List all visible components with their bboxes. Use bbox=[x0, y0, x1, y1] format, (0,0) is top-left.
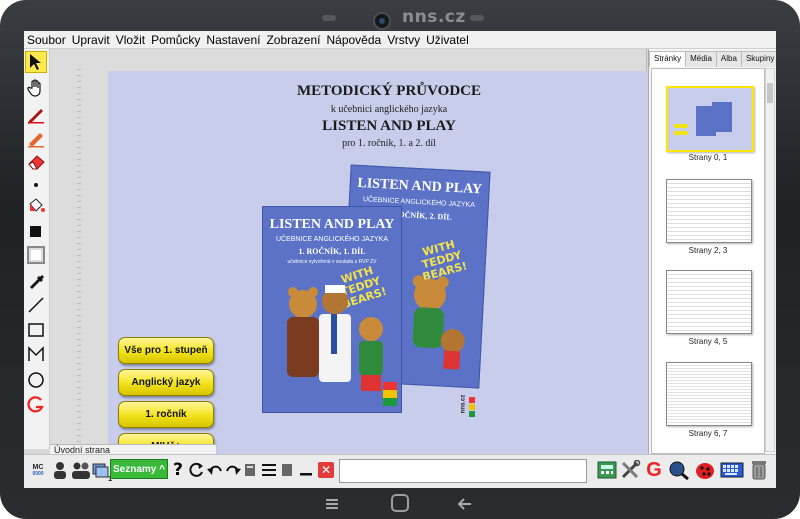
page-thumbnail-label: Strany 0, 1 bbox=[688, 153, 728, 162]
seznamy-button[interactable]: Seznamy ^ bbox=[110, 459, 168, 479]
page-thumbnail[interactable] bbox=[666, 270, 752, 334]
pen-icon[interactable] bbox=[25, 103, 47, 125]
tab-groups[interactable]: Skupiny bbox=[740, 51, 776, 67]
back-arrow-icon[interactable] bbox=[458, 498, 472, 510]
rectangle-icon[interactable] bbox=[25, 319, 47, 341]
menu-soubor[interactable]: Soubor bbox=[24, 33, 69, 47]
nns-logo-mark: nns.cz bbox=[460, 393, 478, 423]
canvas-area[interactable]: METODICKÝ PRŮVODCE k učebnici anglického… bbox=[50, 49, 670, 460]
polyline-icon[interactable] bbox=[25, 343, 47, 365]
menu-hamburger-icon[interactable] bbox=[326, 499, 338, 509]
scrollbar-thumb[interactable] bbox=[767, 83, 773, 103]
page-thumbnail[interactable] bbox=[666, 362, 752, 426]
speaker-grille-left bbox=[322, 15, 336, 21]
publisher-flag-icon bbox=[383, 382, 397, 406]
tab-media[interactable]: Média bbox=[685, 51, 717, 67]
nav-button-1st-level[interactable]: Vše pro 1. stupeň bbox=[118, 337, 214, 364]
help-icon[interactable]: ? bbox=[171, 459, 185, 481]
close-glyph: ✕ bbox=[318, 462, 334, 478]
nav-button-grade-1[interactable]: 1. ročník bbox=[118, 401, 214, 428]
panel-scrollbar[interactable] bbox=[765, 68, 775, 452]
mc-sub: 0000 bbox=[32, 470, 44, 477]
book-back-title: LISTEN AND PLAY bbox=[357, 175, 483, 198]
frame-square-icon[interactable] bbox=[25, 244, 47, 266]
panel-tabs: Stránky Média Alba Skupiny bbox=[649, 51, 776, 67]
page-layout-icon[interactable] bbox=[243, 459, 257, 481]
tablet-frame: nns.cz Soubor Upravit Vložit Pomůcky Nas… bbox=[0, 0, 800, 519]
user-icon[interactable] bbox=[50, 459, 70, 481]
menu-nastaveni[interactable]: Nastavení bbox=[203, 33, 263, 47]
bottom-toolbar: MC 0000 1 Seznamy ^ ? ✕ G bbox=[24, 454, 776, 488]
page-tab[interactable]: Úvodní strana bbox=[50, 444, 216, 455]
refresh-icon[interactable] bbox=[187, 459, 205, 481]
menu-upravit[interactable]: Upravit bbox=[69, 33, 113, 47]
menu-vrstvy[interactable]: Vrstvy bbox=[384, 33, 423, 47]
page-thumbnail-label: Strany 2, 3 bbox=[688, 246, 728, 255]
calculator-icon[interactable] bbox=[596, 459, 618, 481]
teddy-bears-illustration-front bbox=[287, 285, 383, 391]
book-front-subtitle: UČEBNICE ANGLICKÉHO JAZYKA bbox=[275, 236, 389, 243]
page-thumbnail-label: Strany 4, 5 bbox=[688, 337, 728, 346]
vertical-ruler bbox=[77, 69, 81, 459]
users-icon[interactable] bbox=[71, 459, 91, 481]
pages-panel: Stránky Média Alba Skupiny Strany 0, 1 S… bbox=[648, 49, 776, 454]
document-title: METODICKÝ PRŮVODCE bbox=[296, 83, 481, 99]
close-icon[interactable]: ✕ bbox=[317, 459, 335, 481]
document-subtitle: k učebnici anglického jazyka bbox=[330, 104, 448, 115]
document-page[interactable]: METODICKÝ PRŮVODCE k učebnici anglického… bbox=[108, 71, 670, 456]
nns-logo-text: nns.cz bbox=[460, 394, 467, 414]
ellipse-icon[interactable] bbox=[25, 369, 47, 391]
document-edition: pro 1. ročník, 1. a 2. díl bbox=[342, 138, 436, 149]
menu-pomucky[interactable]: Pomůcky bbox=[148, 33, 203, 47]
page-thumbnail[interactable] bbox=[666, 179, 752, 243]
book-front-title: LISTEN AND PLAY bbox=[269, 217, 395, 232]
ladybug-icon[interactable] bbox=[694, 459, 716, 481]
tools-toolbar bbox=[24, 49, 50, 449]
eraser-icon[interactable] bbox=[25, 151, 47, 173]
list-icon[interactable] bbox=[261, 459, 277, 481]
eyedropper-icon[interactable] bbox=[25, 269, 47, 291]
g-icon-bottom[interactable]: G bbox=[645, 459, 663, 481]
dot-icon[interactable] bbox=[25, 174, 47, 196]
gallery-icon[interactable]: 1 bbox=[92, 459, 112, 483]
mc-icon[interactable]: MC 0000 bbox=[27, 459, 49, 481]
home-button-icon[interactable] bbox=[391, 494, 409, 512]
page-thumbnail[interactable] bbox=[666, 86, 754, 152]
menu-vlozit[interactable]: Vložit bbox=[113, 33, 148, 47]
g-icon[interactable] bbox=[25, 394, 47, 416]
hand-icon[interactable] bbox=[25, 77, 47, 99]
line-icon[interactable] bbox=[25, 294, 47, 316]
mc-label: MC bbox=[32, 463, 44, 471]
command-input[interactable] bbox=[339, 459, 587, 483]
tools-icon[interactable] bbox=[620, 459, 642, 481]
filled-square-icon[interactable] bbox=[25, 221, 47, 243]
page-thumbnail-label: Strany 6, 7 bbox=[688, 429, 728, 438]
minimize-icon[interactable] bbox=[298, 459, 314, 481]
front-camera bbox=[373, 12, 391, 30]
nav-button-english[interactable]: Anglický jazyk bbox=[118, 369, 214, 396]
search-globe-icon[interactable] bbox=[668, 459, 690, 481]
highlighter-icon[interactable] bbox=[25, 127, 47, 149]
document-book-title: LISTEN AND PLAY bbox=[322, 118, 456, 134]
keyboard-icon[interactable] bbox=[720, 459, 744, 481]
device-nav-bar bbox=[0, 488, 800, 519]
undo-icon[interactable] bbox=[206, 459, 224, 481]
device-brand: nns.cz bbox=[402, 7, 466, 27]
redo-icon[interactable] bbox=[224, 459, 242, 481]
menu-uzivatel[interactable]: Uživatel bbox=[423, 33, 472, 47]
menu-napoveda[interactable]: Nápověda bbox=[323, 33, 384, 47]
pointer-icon[interactable] bbox=[25, 51, 47, 73]
book-cover-part1: LISTEN AND PLAY UČEBNICE ANGLICKÉHO JAZY… bbox=[262, 206, 402, 413]
menu-bar: Soubor Upravit Vložit Pomůcky Nastavení … bbox=[24, 31, 776, 49]
fill-icon[interactable] bbox=[25, 196, 47, 218]
speaker-grille-right bbox=[470, 15, 484, 21]
lines-icon[interactable] bbox=[280, 459, 294, 481]
page-thumbnail-list: Strany 0, 1 Strany 2, 3 Strany 4, 5 Stra… bbox=[651, 68, 765, 454]
menu-zobrazeni[interactable]: Zobrazení bbox=[263, 33, 323, 47]
trash-icon[interactable] bbox=[749, 459, 769, 481]
tab-pages[interactable]: Stránky bbox=[649, 51, 687, 67]
book-front-part: 1. ROČNÍK, 1. DÍL bbox=[298, 247, 366, 256]
tab-albums[interactable]: Alba bbox=[715, 51, 742, 67]
app-screen: Soubor Upravit Vložit Pomůcky Nastavení … bbox=[24, 31, 776, 488]
